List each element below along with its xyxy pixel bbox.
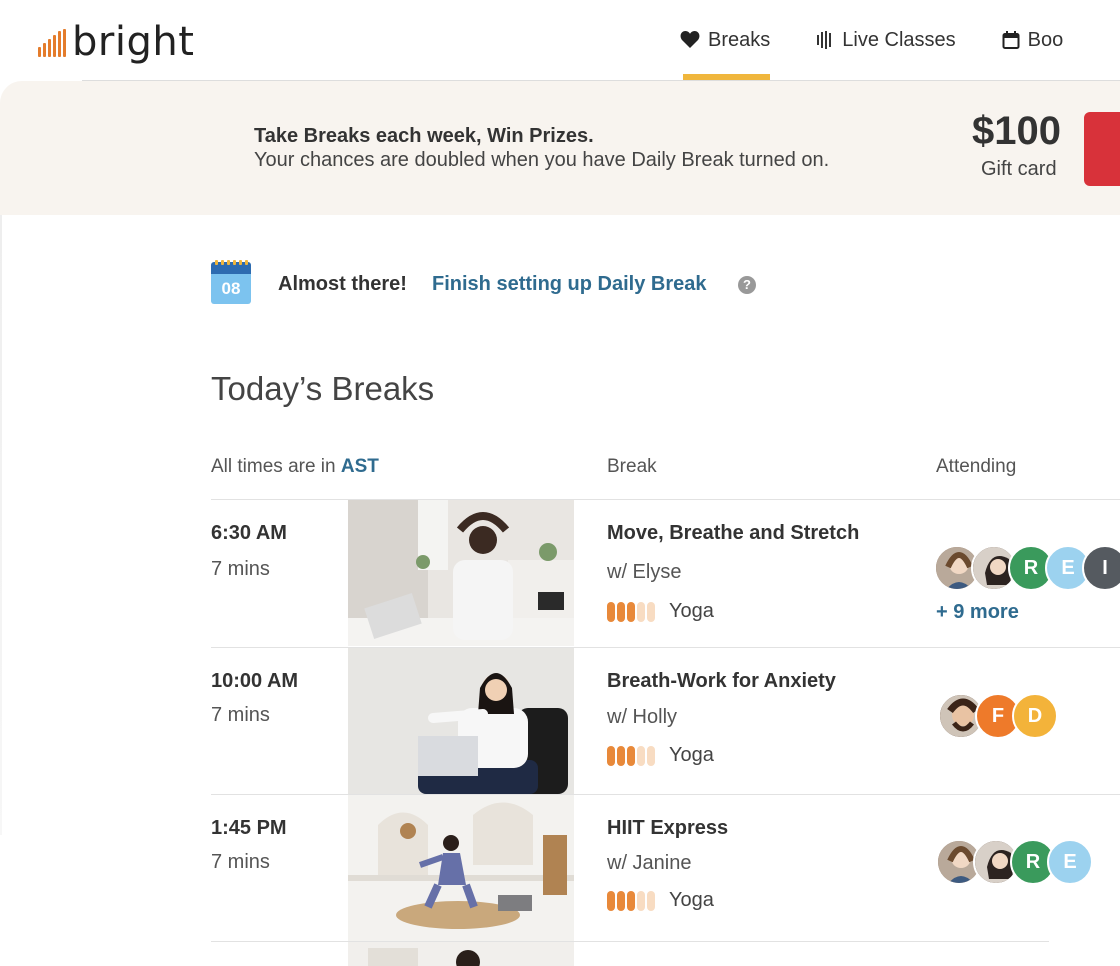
nav-label-live-classes: Live Classes bbox=[842, 28, 956, 51]
logo-text: bright bbox=[72, 19, 195, 65]
table-row[interactable]: 1:45 PM 7 mins HIIT Express w/ Janine Yo… bbox=[211, 795, 1120, 942]
table-divider bbox=[211, 941, 1049, 942]
card-edge bbox=[0, 215, 2, 835]
nav-label-breaks: Breaks bbox=[708, 28, 771, 51]
more-attendees-link[interactable]: + 9 more bbox=[936, 601, 1019, 624]
break-instructor: w/ Holly bbox=[607, 706, 678, 728]
logo-bars-icon bbox=[38, 27, 66, 57]
banner-subtitle: Your chances are doubled when you have D… bbox=[254, 149, 830, 171]
bright-logo[interactable]: bright bbox=[38, 22, 194, 62]
break-title[interactable]: HIIT Express bbox=[607, 817, 728, 840]
break-time: 10:00 AM bbox=[211, 670, 299, 692]
break-duration: 7 mins bbox=[211, 851, 270, 873]
calendar-icon-daily-break: 08 bbox=[211, 260, 251, 304]
avatar: E bbox=[1047, 839, 1093, 885]
attendee-avatars[interactable]: R E I bbox=[934, 545, 1120, 591]
break-category: Yoga bbox=[607, 889, 714, 912]
setup-status: Almost there! bbox=[278, 273, 407, 295]
top-header: bright Breaks Live Classes Boo bbox=[0, 0, 1120, 80]
calendar-icon bbox=[1002, 31, 1020, 49]
nav-item-breaks[interactable]: Breaks bbox=[680, 0, 771, 80]
break-duration: 7 mins bbox=[211, 704, 270, 726]
column-header-time: All times are in AST bbox=[211, 456, 379, 477]
break-instructor: w/ Elyse bbox=[607, 561, 682, 583]
help-icon[interactable]: ? bbox=[738, 276, 756, 294]
break-thumbnail[interactable] bbox=[348, 942, 574, 966]
intensity-meter bbox=[607, 890, 655, 911]
column-header-attending: Attending bbox=[936, 456, 1017, 477]
avatar: I bbox=[1082, 545, 1120, 591]
break-instructor: w/ Janine bbox=[607, 852, 692, 874]
calendar-day: 08 bbox=[211, 274, 251, 304]
break-thumbnail[interactable] bbox=[348, 648, 574, 794]
break-duration: 7 mins bbox=[211, 558, 270, 580]
gift-card-graphic bbox=[1084, 112, 1120, 186]
break-time: 6:30 AM bbox=[211, 522, 287, 544]
heart-icon bbox=[680, 31, 700, 49]
nav-label-book: Boo bbox=[1027, 28, 1064, 51]
break-title[interactable]: Move, Breathe and Stretch bbox=[607, 522, 859, 545]
intensity-meter bbox=[607, 745, 655, 766]
prize-amount: $100 bbox=[972, 109, 1061, 153]
avatar: D bbox=[1012, 693, 1058, 739]
table-row[interactable]: 6:30 AM 7 mins Move, Breathe and Stretch… bbox=[211, 500, 1120, 647]
attendee-avatars[interactable]: F D bbox=[938, 693, 1058, 739]
banner-title: Take Breaks each week, Win Prizes. bbox=[254, 125, 594, 147]
break-category: Yoga bbox=[607, 600, 714, 623]
main-nav: Breaks Live Classes Boo bbox=[680, 0, 1068, 80]
prize-banner: Take Breaks each week, Win Prizes. Your … bbox=[0, 81, 1120, 215]
break-thumbnail[interactable] bbox=[348, 795, 574, 941]
prize-label: Gift card bbox=[981, 158, 1057, 180]
break-category: Yoga bbox=[607, 744, 714, 767]
live-bars-icon bbox=[816, 31, 834, 49]
attendee-avatars[interactable]: R E bbox=[936, 839, 1093, 885]
column-header-break: Break bbox=[607, 456, 657, 477]
intensity-meter bbox=[607, 601, 655, 622]
nav-item-live-classes[interactable]: Live Classes bbox=[816, 0, 956, 80]
break-thumbnail[interactable] bbox=[348, 500, 574, 646]
break-title[interactable]: Breath-Work for Anxiety bbox=[607, 670, 836, 693]
finish-setup-link[interactable]: Finish setting up Daily Break bbox=[432, 273, 707, 296]
table-row[interactable]: 10:00 AM 7 mins Breath-Work for Anxiety … bbox=[211, 648, 1120, 795]
timezone-link[interactable]: AST bbox=[341, 456, 379, 477]
page-title: Today’s Breaks bbox=[211, 370, 435, 407]
break-time: 1:45 PM bbox=[211, 817, 287, 839]
nav-item-book[interactable]: Boo bbox=[1002, 0, 1068, 80]
